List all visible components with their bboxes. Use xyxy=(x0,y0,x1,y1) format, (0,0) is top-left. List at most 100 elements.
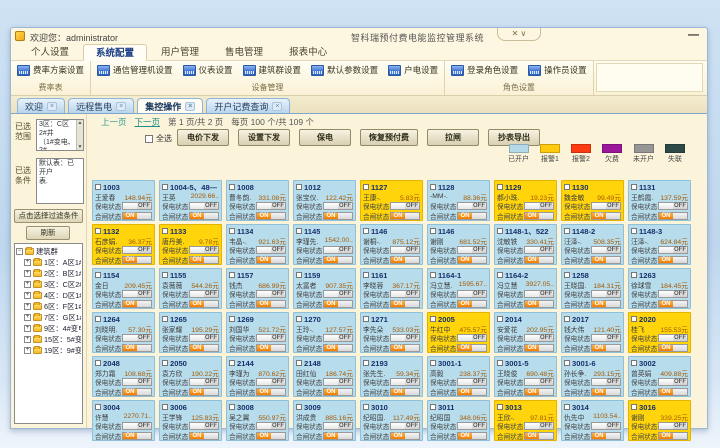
meter-card-3009[interactable]: 3009洪成贵885.16元保电状态OFF合闸状态ON xyxy=(293,400,356,441)
supply-off-toggle[interactable]: OFF xyxy=(189,246,219,254)
card-checkbox[interactable] xyxy=(229,360,235,366)
switch-on-toggle[interactable]: ON xyxy=(323,344,353,352)
meter-card-1264[interactable]: 1264刘晓明.57.30元保电状态OFF合闸状态ON xyxy=(92,312,155,353)
supply-off-toggle[interactable]: OFF xyxy=(457,202,487,210)
scroll-down-icon[interactable]: ▼ xyxy=(78,144,83,150)
card-checkbox[interactable] xyxy=(162,184,168,190)
meter-card-1148-3[interactable]: 1148-3汪泽-.624.84元保电状态OFF合闸状态ON xyxy=(628,224,691,265)
meter-card-3001-6[interactable]: 3001-6孙长争.293.15元保电状态OFF合闸状态ON xyxy=(561,356,624,397)
toolbar-button-保电[interactable]: 保电 xyxy=(299,129,351,146)
supply-off-toggle[interactable]: OFF xyxy=(256,202,286,210)
card-checkbox[interactable] xyxy=(631,404,637,410)
supply-off-toggle[interactable]: OFF xyxy=(591,378,621,386)
card-checkbox[interactable] xyxy=(631,184,637,190)
switch-on-toggle[interactable]: ON xyxy=(658,300,688,308)
supply-off-toggle[interactable]: OFF xyxy=(457,246,487,254)
meter-card-3016[interactable]: 3016谢刚339.25元保电状态OFF合闸状态ON xyxy=(628,400,691,441)
meter-card-1265[interactable]: 1265张家耀195.29元保电状态OFF合闸状态ON xyxy=(159,312,222,353)
expand-icon[interactable]: + xyxy=(24,336,31,343)
meter-card-2193[interactable]: 2193张先生.59.34元保电状态OFF合闸状态ON xyxy=(360,356,423,397)
switch-on-toggle[interactable]: ON xyxy=(122,388,152,396)
card-checkbox[interactable] xyxy=(430,184,436,190)
meter-card-1127[interactable]: 1127王康-.5.83元保电状态OFF合闸状态ON xyxy=(360,180,423,221)
meter-card-1012[interactable]: 1012张宝仪.122.42元保电状态OFF合闸状态ON xyxy=(293,180,356,221)
supply-off-toggle[interactable]: OFF xyxy=(122,290,152,298)
supply-off-toggle[interactable]: OFF xyxy=(524,202,554,210)
switch-on-toggle[interactable]: ON xyxy=(323,300,353,308)
supply-off-toggle[interactable]: OFF xyxy=(189,334,219,342)
card-checkbox[interactable] xyxy=(296,272,302,278)
doc-tab-远程售电[interactable]: 远程售电× xyxy=(68,98,134,113)
meter-card-2020[interactable]: 2020桂飞155.53元保电状态OFF合闸状态ON xyxy=(628,312,691,353)
expand-icon[interactable]: + xyxy=(24,325,31,332)
supply-off-toggle[interactable]: OFF xyxy=(524,378,554,386)
supply-off-toggle[interactable]: OFF xyxy=(591,202,621,210)
ribbon-button[interactable]: 户电设置 xyxy=(386,63,440,77)
supply-off-toggle[interactable]: OFF xyxy=(256,422,286,430)
meter-card-1129[interactable]: 1129郝小珠.19.23元保电状态OFF合闸状态ON xyxy=(494,180,557,221)
card-checkbox[interactable] xyxy=(564,228,570,234)
card-checkbox[interactable] xyxy=(497,228,503,234)
meter-card-1003[interactable]: 1003王爱春148.94元保电状态OFF合闸状态ON xyxy=(92,180,155,221)
supply-off-toggle[interactable]: OFF xyxy=(122,246,152,254)
doc-tab-集控操作[interactable]: 集控操作× xyxy=(137,98,203,113)
card-checkbox[interactable] xyxy=(162,360,168,366)
supply-off-toggle[interactable]: OFF xyxy=(658,334,688,342)
card-checkbox[interactable] xyxy=(564,404,570,410)
switch-on-toggle[interactable]: ON xyxy=(591,256,621,264)
card-checkbox[interactable] xyxy=(229,404,235,410)
supply-off-toggle[interactable]: OFF xyxy=(189,202,219,210)
card-checkbox[interactable] xyxy=(631,272,637,278)
card-checkbox[interactable] xyxy=(631,228,637,234)
meter-card-1271[interactable]: 1271李先朵533.03元保电状态OFF合闸状态ON xyxy=(360,312,423,353)
card-checkbox[interactable] xyxy=(95,228,101,234)
card-checkbox[interactable] xyxy=(363,272,369,278)
meter-card-3010[interactable]: 3010纪昭国.117.49元保电状态OFF合闸状态ON xyxy=(360,400,423,441)
meter-card-2144[interactable]: 2144李瑾为870.62元保电状态OFF合闸状态ON xyxy=(226,356,289,397)
switch-on-toggle[interactable]: ON xyxy=(390,212,420,220)
checkbox-icon[interactable] xyxy=(145,135,153,143)
meter-card-1004-5、48—[interactable]: 1004-5、48—王英2029.66..保电状态OFF合闸状态ON xyxy=(159,180,222,221)
select-all-checkbox[interactable]: 全选 xyxy=(145,133,172,144)
supply-off-toggle[interactable]: OFF xyxy=(591,334,621,342)
switch-on-toggle[interactable]: ON xyxy=(524,432,554,440)
card-checkbox[interactable] xyxy=(296,184,302,190)
supply-off-toggle[interactable]: OFF xyxy=(591,422,621,430)
card-checkbox[interactable] xyxy=(229,272,235,278)
selected-condition-listbox[interactable]: 默认表：已开户 表. xyxy=(36,158,84,204)
switch-on-toggle[interactable]: ON xyxy=(390,432,420,440)
supply-off-toggle[interactable]: OFF xyxy=(189,290,219,298)
switch-on-toggle[interactable]: ON xyxy=(524,388,554,396)
card-checkbox[interactable] xyxy=(430,360,436,366)
meter-card-3002[interactable]: 3002曾英娟409.88元保电状态OFF合闸状态ON xyxy=(628,356,691,397)
ribbon-button[interactable]: 建筑群设置 xyxy=(241,63,304,77)
supply-off-toggle[interactable]: OFF xyxy=(189,378,219,386)
meter-card-3004[interactable]: 3004许慧2270.71..保电状态OFF合闸状态ON xyxy=(92,400,155,441)
meter-card-1161[interactable]: 1161李晓蓉367.17元保电状态OFF合闸状态ON xyxy=(360,268,423,309)
switch-on-toggle[interactable]: ON xyxy=(323,432,353,440)
toolbar-button-电价下发[interactable]: 电价下发 xyxy=(177,129,229,146)
ribbon-tab-用户管理[interactable]: 用户管理 xyxy=(149,44,211,61)
card-checkbox[interactable] xyxy=(363,316,369,322)
ribbon-button[interactable]: 费率方案设置 xyxy=(15,63,86,77)
meter-card-1146[interactable]: 1146谢桐-.875.12元保电状态OFF合闸状态ON xyxy=(360,224,423,265)
ribbon-button[interactable]: 默认参数设置 xyxy=(309,63,380,77)
card-checkbox[interactable] xyxy=(229,184,235,190)
meter-card-1269[interactable]: 1269刘国华521.72元保电状态OFF合闸状态ON xyxy=(226,312,289,353)
switch-on-toggle[interactable]: ON xyxy=(256,256,286,264)
switch-on-toggle[interactable]: ON xyxy=(591,344,621,352)
supply-off-toggle[interactable]: OFF xyxy=(256,290,286,298)
switch-on-toggle[interactable]: ON xyxy=(457,344,487,352)
card-checkbox[interactable] xyxy=(162,272,168,278)
supply-off-toggle[interactable]: OFF xyxy=(323,290,353,298)
switch-on-toggle[interactable]: ON xyxy=(390,256,420,264)
meter-card-1154[interactable]: 1154金日209.45元保电状态OFF合闸状态ON xyxy=(92,268,155,309)
supply-off-toggle[interactable]: OFF xyxy=(591,246,621,254)
card-checkbox[interactable] xyxy=(564,316,570,322)
supply-off-toggle[interactable]: OFF xyxy=(122,422,152,430)
card-checkbox[interactable] xyxy=(564,360,570,366)
toolbar-button-拉闸[interactable]: 拉闸 xyxy=(427,129,479,146)
ribbon-button[interactable]: 操作员设置 xyxy=(526,63,589,77)
card-checkbox[interactable] xyxy=(162,228,168,234)
switch-on-toggle[interactable]: ON xyxy=(256,300,286,308)
